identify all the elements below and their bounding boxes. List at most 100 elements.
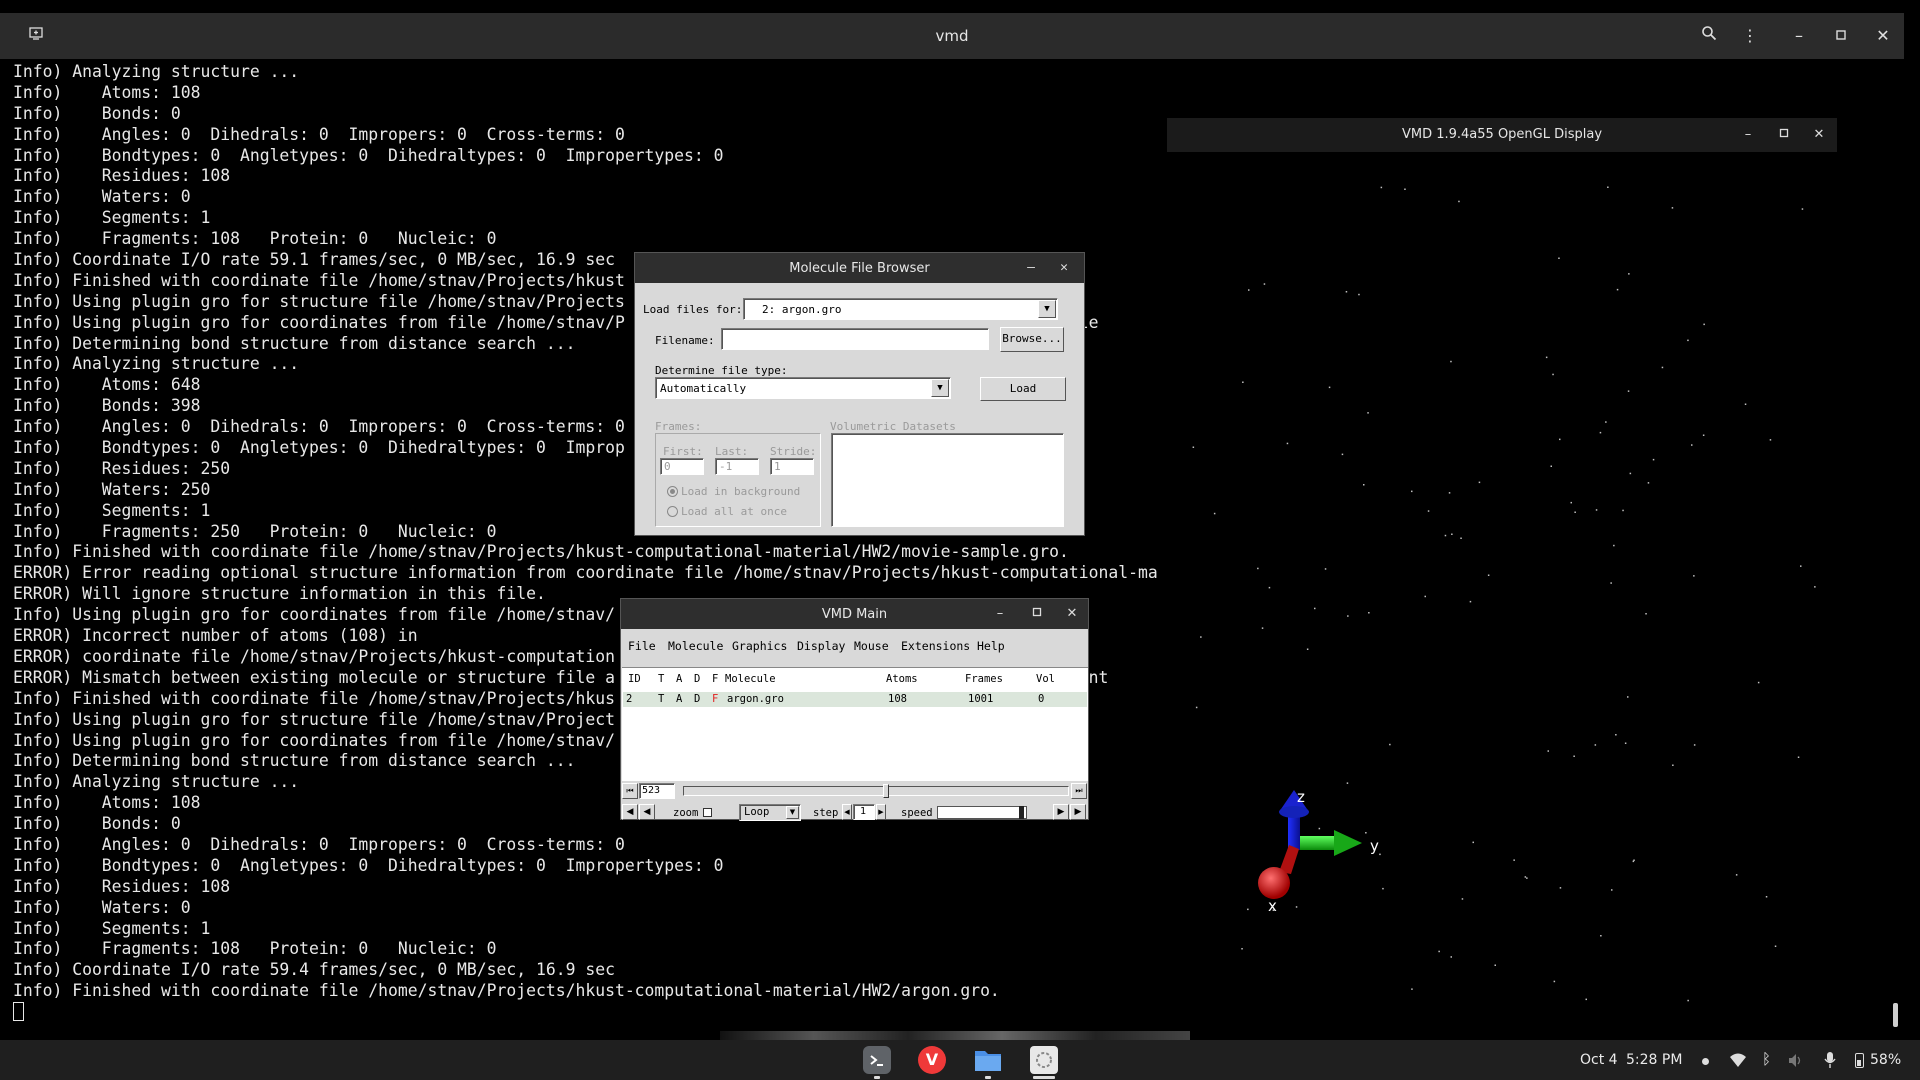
battery-icon[interactable] [1855,1053,1864,1068]
microphone-icon[interactable] [1824,1051,1836,1069]
row-d-toggle[interactable]: D [694,693,700,705]
goto-start-button[interactable]: ⏮ [622,783,638,799]
play-reverse-button[interactable]: ◀ [622,804,638,820]
opengl-titlebar[interactable]: VMD 1.9.4a55 OpenGL Display – ✕ [1167,118,1837,152]
menu-display[interactable]: Display [797,639,845,653]
load-button[interactable]: Load [980,377,1066,401]
atom-point [1324,568,1327,570]
notification-dot-icon[interactable] [1702,1058,1709,1065]
maximize-icon[interactable] [1773,124,1795,146]
volumetric-list[interactable] [831,433,1064,527]
loop-value: Loop [744,806,770,818]
molecule-list[interactable]: ID T A D F Molecule Atoms Frames Vol 2 T… [622,667,1088,781]
zoom-checkbox[interactable] [703,808,712,817]
wifi-icon[interactable] [1729,1052,1747,1068]
text-cursor [13,1002,24,1022]
menu-graphics[interactable]: Graphics [732,639,787,653]
speed-slider[interactable] [937,806,1027,819]
vmd-main-titlebar[interactable]: VMD Main – ✕ [621,599,1088,629]
opengl-display-window[interactable]: VMD 1.9.4a55 OpenGL Display – ✕ z y x [1167,118,1837,1026]
filename-input[interactable] [721,328,989,350]
atom-point [1613,544,1615,547]
browse-button[interactable]: Browse... [1000,327,1064,352]
terminal-titlebar[interactable]: vmd ⋮ – ✕ [0,13,1904,59]
scrollbar-thumb[interactable] [1893,1003,1898,1027]
step-forward-button[interactable]: ▶ [1053,804,1069,820]
vmd-main-window[interactable]: VMD Main – ✕ File Molecule Graphics Disp… [620,598,1089,821]
maximize-icon[interactable] [1026,603,1048,625]
row-f-toggle[interactable]: F [712,693,718,705]
bluetooth-icon[interactable]: ᛒ [1762,1050,1771,1068]
search-icon[interactable] [1697,24,1721,48]
menu-molecule[interactable]: Molecule [668,639,723,653]
speed-slider-thumb[interactable] [1019,806,1024,819]
files-app-icon[interactable] [973,1047,1003,1073]
atom-point [1553,980,1556,983]
atom-point [1702,434,1705,436]
close-icon[interactable]: ✕ [1871,24,1895,48]
terminal-app-icon[interactable] [863,1046,891,1074]
atom-point [1444,534,1447,537]
step-back-button[interactable]: ◀ [639,804,655,820]
menu-mouse[interactable]: Mouse [854,639,889,653]
minimize-icon[interactable]: – [1787,24,1811,48]
atom-point [1628,273,1630,275]
step-decrease-button[interactable]: ◀ [842,804,852,820]
file-type-label: Determine file type: [655,364,788,377]
atom-point [1487,574,1490,576]
atom-point [1513,859,1515,861]
menu-help[interactable]: Help [977,639,1005,653]
load-files-for-select[interactable]: 2: argon.gro ▼ [743,298,1058,320]
atom-point [1450,956,1452,958]
opengl-canvas[interactable]: z y x [1167,152,1837,1026]
minimize-icon[interactable]: – [989,603,1011,625]
atom-point [1672,764,1674,766]
step-increase-button[interactable]: ▶ [876,804,886,820]
minimize-icon[interactable]: – [1737,124,1759,146]
menu-extensions[interactable]: Extensions [901,639,970,653]
molecule-file-browser[interactable]: Molecule File Browser – ✕ Load files for… [634,252,1085,536]
more-menu-icon[interactable]: ⋮ [1738,24,1762,48]
minimize-icon[interactable]: – [1020,257,1042,279]
close-icon[interactable]: ✕ [1061,603,1083,625]
last-value: -1 [719,460,733,473]
close-icon[interactable]: ✕ [1053,257,1075,279]
step-input[interactable]: 1 [853,804,875,820]
terminal-line: Info) Analyzing structure ... [13,62,300,81]
file-type-select[interactable]: Automatically ▼ [655,377,951,399]
atom-point [1622,509,1624,512]
table-row[interactable]: 2 T A D F argon.gro 108 1001 0 [623,692,1087,707]
maximize-icon[interactable] [1829,24,1853,48]
load-background-radio[interactable] [667,486,678,497]
row-a-toggle[interactable]: A [676,693,682,705]
row-molecule: argon.gro [727,693,784,705]
window-title: VMD Main [821,607,888,622]
first-input[interactable]: 0 [660,458,704,475]
stride-input[interactable]: 1 [770,458,814,475]
time-text[interactable]: 5:28 PM [1626,1052,1682,1068]
frame-slider[interactable] [683,784,1069,798]
chevron-down-icon[interactable]: ▼ [786,806,799,819]
atom-point [1800,565,1802,567]
loop-select[interactable]: Loop ▼ [739,804,801,821]
frame-input[interactable]: 523 [639,783,675,799]
row-t-toggle[interactable]: T [658,693,664,705]
file-browser-titlebar[interactable]: Molecule File Browser – ✕ [635,253,1084,283]
play-forward-button[interactable]: ▶ [1070,804,1086,820]
atom-point [1368,612,1370,614]
volume-icon[interactable] [1788,1053,1804,1068]
atom-point [1427,510,1430,512]
goto-end-button[interactable]: ⏭ [1071,783,1087,799]
close-icon[interactable]: ✕ [1808,124,1830,146]
col-frames: Frames [965,673,1003,685]
vmd-app-icon[interactable] [1030,1046,1058,1074]
vivaldi-app-icon[interactable]: V [918,1046,946,1074]
chevron-down-icon[interactable]: ▼ [1038,300,1056,318]
x-axis-label: x [1268,897,1277,915]
menu-file[interactable]: File [628,639,656,653]
last-input[interactable]: -1 [715,458,759,475]
atom-point [1460,537,1462,539]
frame-slider-thumb[interactable] [883,784,889,798]
load-all-radio[interactable] [667,506,678,517]
chevron-down-icon[interactable]: ▼ [931,379,949,397]
